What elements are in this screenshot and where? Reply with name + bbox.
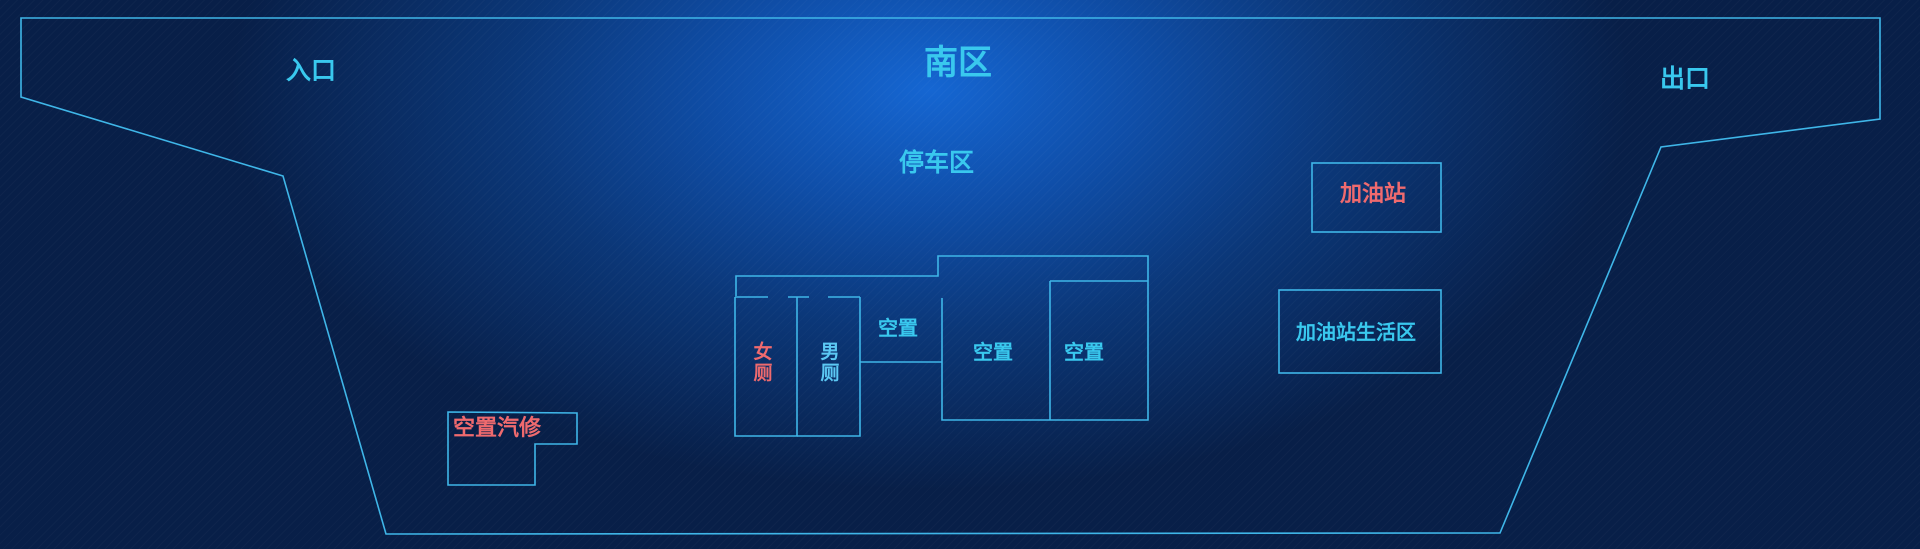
exit-label: 出口	[1660, 64, 1711, 93]
men-toilet-label: 男 厕	[818, 342, 842, 384]
gas-station-label: 加油站	[1340, 182, 1407, 207]
parking-label: 停车区	[899, 148, 975, 177]
vacant-room-2-label: 空置	[973, 340, 1013, 364]
gas-living-label: 加油站生活区	[1296, 320, 1416, 344]
zone-boundary	[20, 17, 1881, 535]
entrance-label: 入口	[286, 56, 337, 85]
women-toilet-char-1: 女	[753, 341, 773, 363]
men-toilet-char-1: 男	[820, 341, 840, 363]
vacant-room-1-label: 空置	[878, 316, 918, 340]
zone-title: 南区	[924, 43, 992, 83]
women-toilet-label: 女 厕	[751, 342, 775, 384]
vacant-room-3-label: 空置	[1064, 340, 1104, 364]
women-toilet-char-2: 厕	[753, 362, 773, 384]
vacant-repair-label: 空置汽修	[453, 416, 542, 441]
men-toilet-char-2: 厕	[820, 362, 840, 384]
